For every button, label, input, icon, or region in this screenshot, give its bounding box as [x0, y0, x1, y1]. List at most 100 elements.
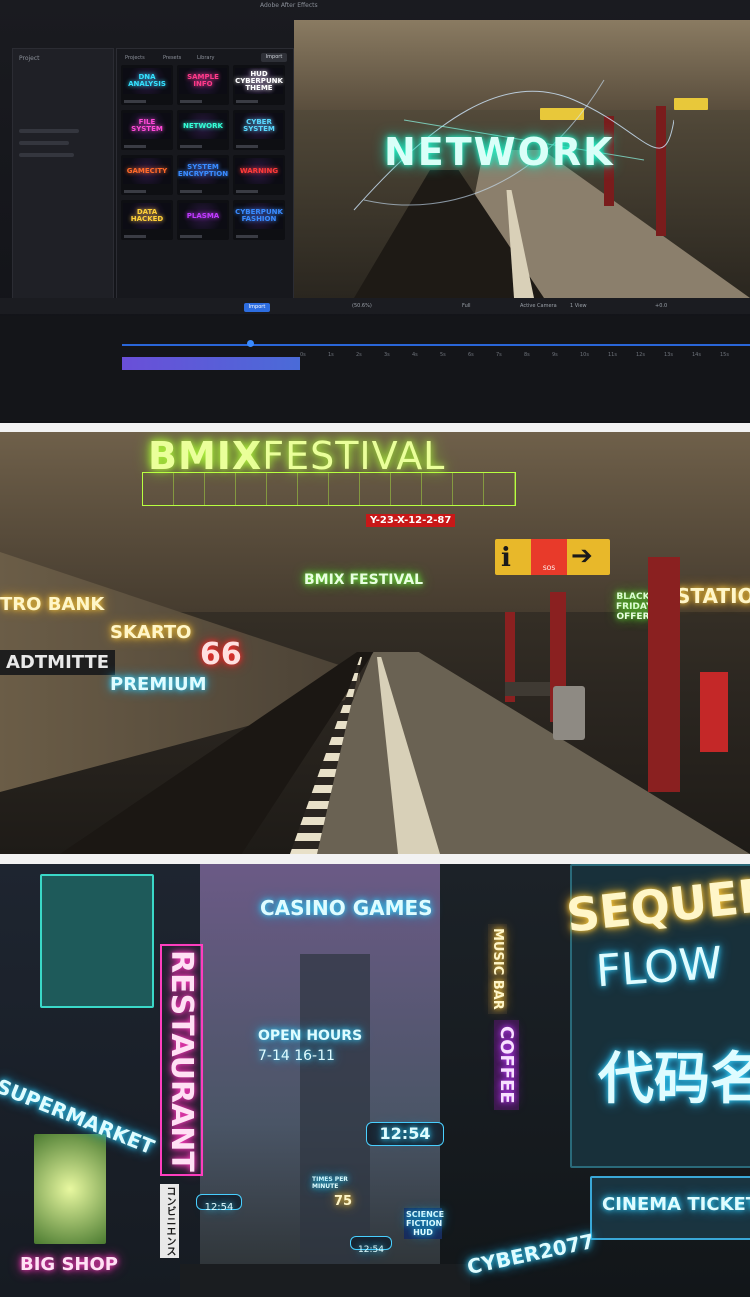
timeline-ruler[interactable] — [122, 344, 750, 346]
sos-panel: SOS — [531, 539, 567, 575]
thumbnail-meta — [236, 100, 258, 103]
thumbnail-label: PLASMA — [179, 203, 227, 229]
template-thumbnail[interactable]: CYBER SYSTEM — [233, 110, 285, 150]
timeline-tick: 5s — [440, 352, 446, 358]
thumbnail-meta — [124, 145, 146, 148]
ticket-machine — [700, 672, 728, 752]
casino-sign: CASINO GAMES — [260, 896, 433, 920]
template-thumbnail[interactable]: WARNING — [233, 155, 285, 195]
cinema-ticket-sign: CINEMA TICKET — [602, 1194, 750, 1215]
timeline-tick: 10s — [580, 352, 589, 358]
import-button-blue[interactable]: Import — [244, 303, 270, 312]
science-sign: SCIENCE FICTION HUD — [404, 1208, 445, 1239]
thumbnail-meta — [124, 100, 146, 103]
timeline-tick: 12s — [636, 352, 645, 358]
arrow-right-icon: ➔ — [571, 541, 593, 571]
restaurant-sign: RESTAURANT — [160, 944, 203, 1176]
clock-display: 12:54 — [366, 1122, 444, 1146]
template-thumbnail[interactable]: SYSTEM ENCRYPTION — [177, 155, 229, 195]
black-friday-sign: BLACK FRIDAY OFFER — [616, 592, 653, 622]
clock-small: 12:54 — [196, 1194, 242, 1213]
template-browser: Projects Presets Library Import DNA ANAL… — [116, 48, 294, 300]
template-thumbnail[interactable]: DNA ANALYSIS — [121, 65, 173, 105]
timeline-tick: 11s — [608, 352, 617, 358]
timeline-tick: 3s — [384, 352, 390, 358]
timeline-tick: 6s — [468, 352, 474, 358]
coffee-sign: COFFEE — [494, 1020, 519, 1110]
template-thumbnail[interactable]: DATA HACKED — [121, 200, 173, 240]
street — [180, 1264, 470, 1297]
resolution-select[interactable]: Full — [462, 303, 471, 309]
clock-main-text: 12:54 — [379, 1124, 431, 1143]
music-bar-sign: MUSIC BAR — [488, 924, 507, 1014]
template-thumbnail[interactable]: GAMECITY — [121, 155, 173, 195]
thumbnail-label: DNA ANALYSIS — [123, 68, 171, 94]
timeline-tick: 1s — [328, 352, 334, 358]
template-thumbnail[interactable]: CYBERPUNK FASHION — [233, 200, 285, 240]
thumbnail-grid: DNA ANALYSIS SAMPLE INFO HUD CYBERPUNK THE… — [121, 65, 287, 240]
tab-presets[interactable]: Presets — [163, 55, 181, 61]
info-sign: i SOS ➔ — [495, 539, 610, 575]
exposure-value[interactable]: +0.0 — [655, 303, 667, 309]
timeline-tick: 8s — [524, 352, 530, 358]
green-screen — [34, 1134, 106, 1244]
tab-library[interactable]: Library — [197, 55, 214, 61]
clock-tiny-text: 12:54 — [358, 1245, 384, 1255]
date-code-sign: Y-23-X-12-2-87 — [366, 514, 456, 527]
thumbnail-label: GAMECITY — [123, 158, 171, 184]
zoom-level[interactable]: (50.6%) — [352, 303, 372, 309]
project-row[interactable] — [19, 141, 69, 145]
katakana-sign: コンビニエンス — [160, 1184, 179, 1258]
timeline-tick: 14s — [692, 352, 701, 358]
thumbnail-meta — [180, 100, 202, 103]
project-row[interactable] — [19, 129, 79, 133]
subway-scene: BMIXFESTIVAL Y-23-X-12-2-87 BMIX FESTIVA… — [0, 432, 750, 854]
festival-small-sign: BMIX FESTIVAL — [304, 572, 424, 588]
views-select[interactable]: 1 View — [570, 303, 587, 309]
thumbnail-meta — [180, 235, 202, 238]
timeline-tick: 2s — [356, 352, 362, 358]
import-button[interactable]: Import — [261, 53, 287, 62]
timeline-tick: 0s — [300, 352, 306, 358]
bench — [505, 682, 550, 696]
flow-sign: FLOW — [594, 937, 725, 998]
template-thumbnail[interactable]: PLASMA — [177, 200, 229, 240]
viewer-sign — [674, 98, 708, 110]
thumbnail-label: DATA HACKED — [123, 203, 171, 229]
layer-bar[interactable] — [122, 357, 300, 370]
timeline-tick: 4s — [412, 352, 418, 358]
tab-projects[interactable]: Projects — [125, 55, 145, 61]
thumbnail-label: NETWORK — [179, 113, 227, 139]
camera-select[interactable]: Active Camera — [520, 303, 557, 309]
thumbnail-meta — [180, 145, 202, 148]
big-shop-sign: BIG SHOP — [20, 1254, 118, 1275]
times-value: 75 — [334, 1194, 353, 1209]
playhead-handle[interactable] — [247, 340, 254, 347]
template-thumbnail[interactable]: NETWORK — [177, 110, 229, 150]
open-hours-value: 7-14 16-11 — [258, 1048, 335, 1064]
thumbnail-label: CYBERPUNK FASHION — [235, 203, 283, 229]
project-row[interactable] — [19, 153, 74, 157]
viewer-toolbar: (50.6%) Full Active Camera 1 View +0.0 — [0, 298, 750, 314]
teal-screen — [40, 874, 154, 1008]
thumbnail-label: FILE SYSTEM — [123, 113, 171, 139]
timeline-panel[interactable] — [0, 316, 750, 421]
station-name-sign: ADTMITTE — [0, 650, 116, 675]
station-f-sign: STATION F — [676, 584, 750, 608]
skarto-sign: SKARTO — [110, 622, 192, 643]
viewer-network-text: NETWORK — [384, 130, 615, 174]
template-thumbnail[interactable]: SAMPLE INFO — [177, 65, 229, 105]
project-panel[interactable]: Project — [12, 48, 114, 300]
timeline-tick: 15s — [720, 352, 729, 358]
red-pillar — [648, 557, 680, 792]
template-thumbnail[interactable]: FILE SYSTEM — [121, 110, 173, 150]
clock-small-text: 12:54 — [204, 1202, 234, 1213]
template-thumbnail[interactable]: HUD CYBERPUNK THEME — [233, 65, 285, 105]
number-sign: 66 — [200, 637, 242, 672]
thumbnail-meta — [236, 145, 258, 148]
sos-label: SOS — [542, 565, 556, 572]
timeline-tick: 9s — [552, 352, 558, 358]
composition-viewer[interactable]: NETWORK — [294, 20, 750, 298]
city-scene: CASINO GAMES RESTAURANT OPEN HOURS 7-14 … — [0, 864, 750, 1297]
timeline-tick: 13s — [664, 352, 673, 358]
